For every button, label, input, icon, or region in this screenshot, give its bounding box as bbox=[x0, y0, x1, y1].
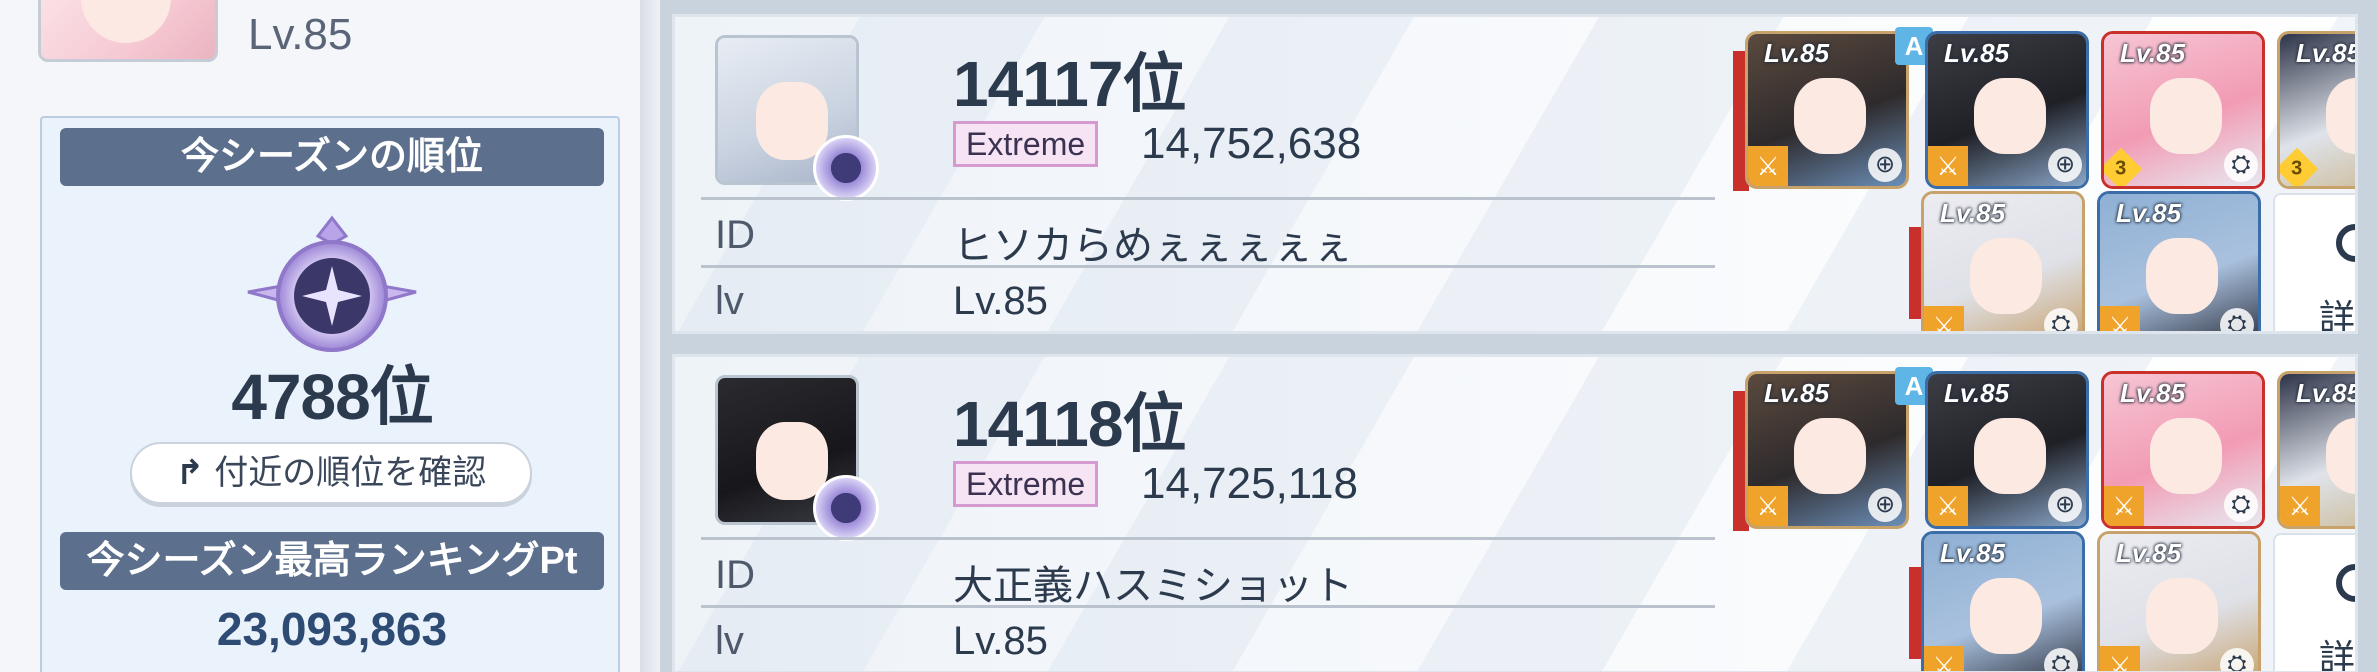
unit-portrait[interactable]: Lv.85 ⚔ ⊕ bbox=[2277, 371, 2358, 529]
id-value: ヒソカらめぇぇぇぇぇ bbox=[953, 224, 1353, 268]
panel-divider bbox=[640, 0, 660, 672]
unit-portrait[interactable]: Lv.85 ⚔ ⊕ bbox=[1745, 31, 1909, 189]
unit-face bbox=[1974, 78, 2046, 154]
detail-label: 詳細 bbox=[2318, 297, 2355, 334]
check-nearby-rank-button[interactable]: ↱ 付近の順位を確認 bbox=[130, 442, 532, 504]
ranking-entry[interactable]: 14118位 Extreme 14,725,118 ID 大正義ハスミショット … bbox=[672, 354, 2358, 672]
divider bbox=[701, 537, 1715, 540]
player-avatar[interactable] bbox=[38, 0, 218, 62]
support-icon: ⛭ bbox=[2224, 148, 2258, 182]
attack-role-icon: ⚔ bbox=[2104, 486, 2144, 526]
unit-level: Lv.85 bbox=[2116, 198, 2182, 228]
unit-level: Lv.85 bbox=[1940, 538, 2006, 568]
player-level: Lv.85 bbox=[248, 10, 353, 59]
detail-button[interactable]: 詳細 bbox=[2273, 533, 2355, 672]
share-arrow-icon: ↱ bbox=[175, 454, 205, 492]
support-icon: ⛭ bbox=[2220, 308, 2254, 331]
nearby-button-label: 付近の順位を確認 bbox=[214, 454, 487, 492]
target-icon: ⊕ bbox=[1868, 488, 1902, 522]
target-icon: ⊕ bbox=[1868, 148, 1902, 182]
unit-level: Lv.85 bbox=[1944, 38, 2010, 68]
entry-rank-emblem-icon bbox=[813, 135, 879, 201]
lv-label: lv bbox=[715, 279, 744, 323]
unit-level: Lv.85 bbox=[1940, 198, 2006, 228]
season-best-header: 今シーズン最高ランキングPt bbox=[60, 532, 604, 590]
unit-level: Lv.85 bbox=[2296, 38, 2358, 68]
unit-face bbox=[1970, 238, 2042, 314]
unit-level: Lv.85 bbox=[1944, 378, 2010, 408]
ranking-screen: Lv.85 今シーズンの順位 4788位 ↱ 付近の順位を確認 今シーズン最高ラ… bbox=[0, 0, 2377, 672]
unit-face bbox=[2146, 578, 2218, 654]
unit-face bbox=[1970, 578, 2042, 654]
entry-rank: 14118位 bbox=[953, 388, 1186, 460]
unit-portrait[interactable]: Lv.85 3 ⊕ bbox=[2277, 31, 2358, 189]
unit-portrait[interactable]: Lv.85 ⚔ ⊕ bbox=[1925, 31, 2089, 189]
attack-role-icon: ⚔ bbox=[1928, 486, 1968, 526]
unit-portrait[interactable]: Lv.85 ⚔ ⛭ bbox=[1921, 191, 2085, 331]
unit-face bbox=[2150, 418, 2222, 494]
ranking-list[interactable]: 14117位 Extreme 14,752,638 ID ヒソカらめぇぇぇぇぇ … bbox=[660, 0, 2377, 672]
unit-level: Lv.85 bbox=[1764, 38, 1830, 68]
ranking-entry[interactable]: 14117位 Extreme 14,752,638 ID ヒソカらめぇぇぇぇぇ … bbox=[672, 14, 2358, 334]
entry-score: 14,752,638 bbox=[1141, 119, 1362, 168]
magnifier-icon bbox=[2336, 564, 2355, 602]
detail-label: 詳細 bbox=[2318, 637, 2355, 672]
target-icon: ⊕ bbox=[2048, 488, 2082, 522]
lv-value: Lv.85 bbox=[953, 279, 1048, 323]
unit-level: Lv.85 bbox=[2120, 38, 2186, 68]
unit-portrait[interactable]: Lv.85 3 ⛭ bbox=[2101, 31, 2265, 189]
rank-emblem-icon bbox=[247, 215, 417, 352]
lv-label: lv bbox=[715, 619, 744, 663]
unit-portrait[interactable]: Lv.85 ⚔ ⛭ bbox=[2097, 191, 2261, 331]
unit-face bbox=[1794, 78, 1866, 154]
id-value: 大正義ハスミショット bbox=[953, 564, 1353, 608]
magnifier-icon bbox=[2336, 224, 2355, 262]
divider bbox=[701, 265, 1715, 268]
player-panel: Lv.85 今シーズンの順位 4788位 ↱ 付近の順位を確認 今シーズン最高ラ… bbox=[0, 0, 640, 672]
divider bbox=[701, 197, 1715, 200]
tier-badge: Extreme bbox=[953, 121, 1099, 167]
detail-button[interactable]: 詳細 bbox=[2273, 193, 2355, 334]
attack-role-icon: ⚔ bbox=[2280, 486, 2320, 526]
entry-score: 14,725,118 bbox=[1141, 459, 1358, 508]
target-icon: ⊕ bbox=[2048, 148, 2082, 182]
unit-level: Lv.85 bbox=[2296, 378, 2358, 408]
attack-role-icon: ⚔ bbox=[1928, 146, 1968, 186]
season-best-pt: 23,093,863 bbox=[216, 603, 448, 655]
unit-face bbox=[1974, 418, 2046, 494]
attack-role-icon: ⚔ bbox=[2100, 306, 2140, 331]
unit-portrait[interactable]: Lv.85 ⚔ ⛭ bbox=[2101, 371, 2265, 529]
unit-face bbox=[2150, 78, 2222, 154]
unit-face bbox=[1794, 418, 1866, 494]
unit-level: Lv.85 bbox=[1764, 378, 1830, 408]
attack-role-icon: ⚔ bbox=[1924, 646, 1964, 671]
attack-role-icon: ⚔ bbox=[1748, 486, 1788, 526]
id-label: ID bbox=[715, 213, 755, 257]
divider bbox=[701, 605, 1715, 608]
avatar-face bbox=[81, 0, 171, 43]
support-icon: ⛭ bbox=[2044, 308, 2078, 331]
season-rank-card: 今シーズンの順位 4788位 ↱ 付近の順位を確認 今シーズン最高ランキングPt… bbox=[40, 116, 620, 672]
unit-portrait[interactable]: Lv.85 ⚔ ⛭ bbox=[2097, 531, 2261, 671]
unit-level: Lv.85 bbox=[2116, 538, 2182, 568]
unit-level: Lv.85 bbox=[2120, 378, 2186, 408]
unit-portrait[interactable]: Lv.85 ⚔ ⊕ bbox=[1745, 371, 1909, 529]
tier-badge: Extreme bbox=[953, 461, 1099, 507]
support-icon: ⛭ bbox=[2224, 488, 2258, 522]
avatar-face bbox=[756, 422, 828, 500]
attack-role-icon: ⚔ bbox=[1748, 146, 1788, 186]
attack-role-icon: ⚔ bbox=[2100, 646, 2140, 671]
season-rank-header: 今シーズンの順位 bbox=[60, 128, 604, 186]
id-label: ID bbox=[715, 553, 755, 597]
attack-role-icon: ⚔ bbox=[1924, 306, 1964, 331]
entry-rank-emblem-icon bbox=[813, 475, 879, 541]
unit-portrait[interactable]: Lv.85 ⚔ ⊕ bbox=[1925, 371, 2089, 529]
lv-value: Lv.85 bbox=[953, 619, 1048, 663]
avatar-face bbox=[756, 82, 828, 160]
current-rank: 4788位 bbox=[231, 361, 433, 433]
entry-rank: 14117位 bbox=[953, 48, 1186, 120]
unit-face bbox=[2146, 238, 2218, 314]
unit-portrait[interactable]: Lv.85 ⚔ ⛭ bbox=[1921, 531, 2085, 671]
